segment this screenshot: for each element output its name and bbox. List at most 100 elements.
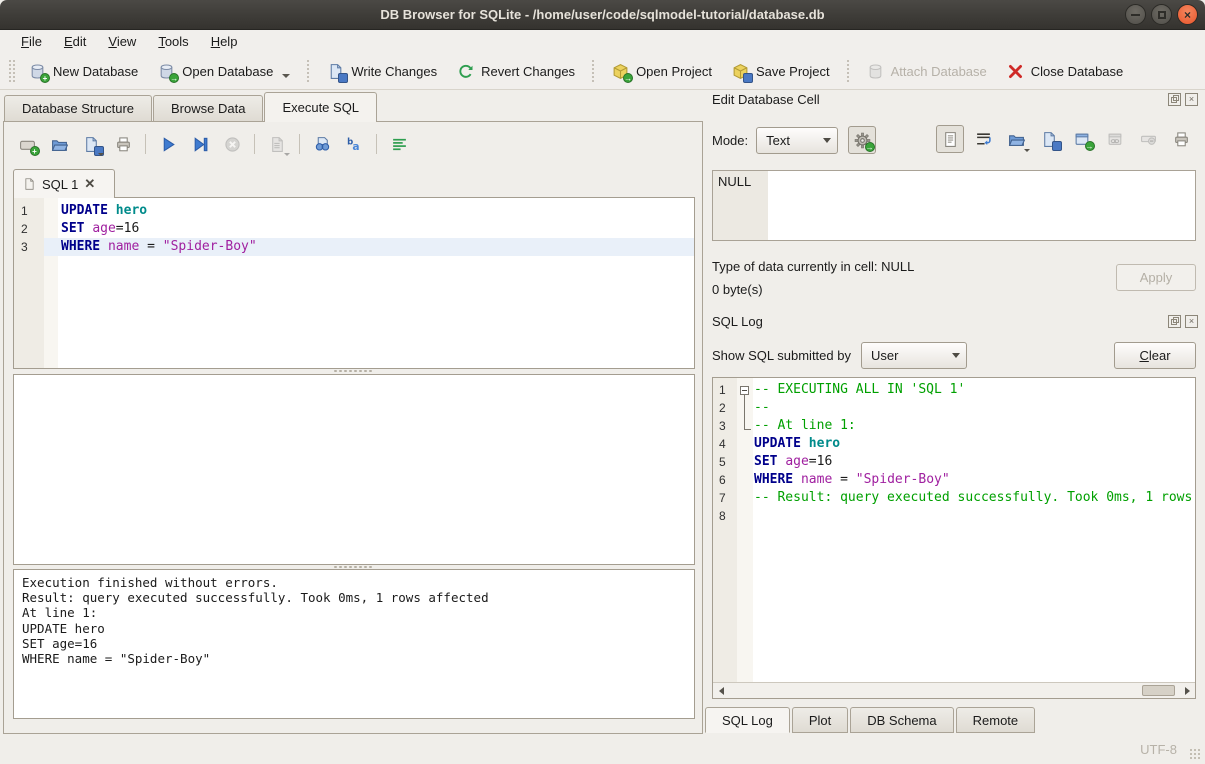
code-line[interactable]: 4UPDATE hero	[713, 435, 1195, 453]
sql-1-tab[interactable]: SQL 1 ✕	[13, 169, 115, 198]
resize-grip[interactable]	[1189, 748, 1201, 760]
save-results-icon	[269, 136, 286, 153]
window-titlebar[interactable]: DB Browser for SQLite - /home/user/code/…	[0, 0, 1205, 30]
maximize-button[interactable]	[1151, 4, 1172, 25]
code-line[interactable]: 1UPDATE hero	[14, 202, 694, 220]
code-line[interactable]: 3WHERE name = "Spider-Boy"	[14, 238, 694, 256]
editor-splitter[interactable]	[333, 369, 373, 373]
revert-changes-button[interactable]: Revert Changes	[447, 58, 585, 85]
dock-tab-db-schema[interactable]: DB Schema	[850, 707, 953, 733]
line-number: 4	[713, 435, 737, 453]
menu-bar: File Edit View Tools Help	[0, 30, 1205, 53]
save-project-button[interactable]: Save Project	[722, 58, 840, 85]
code-line[interactable]: 3-- At line 1:	[713, 417, 1195, 435]
execute-line-button[interactable]	[187, 131, 213, 157]
open-external-button[interactable]: →	[1068, 125, 1096, 153]
dock-tab-bar: SQL Log Plot DB Schema Remote	[705, 707, 1037, 733]
fold-guide-line	[744, 395, 751, 430]
horizontal-scrollbar[interactable]	[713, 682, 1195, 698]
close-sql-tab-icon[interactable]: ✕	[84, 176, 95, 192]
close-dock-icon[interactable]: ×	[1185, 93, 1198, 106]
fold-collapse-icon[interactable]	[740, 386, 749, 395]
line-number: 7	[713, 489, 737, 507]
text-mode-button[interactable]	[936, 125, 964, 153]
sql-document-icon	[23, 177, 36, 191]
scrollbar-thumb[interactable]	[1142, 685, 1175, 696]
print-cell-button[interactable]	[1167, 125, 1195, 153]
code-line[interactable]: 7-- Result: query executed successfully.…	[713, 489, 1195, 507]
float-dock-icon[interactable]	[1168, 315, 1181, 328]
close-button[interactable]: ×	[1177, 4, 1198, 25]
word-wrap-button[interactable]	[969, 125, 997, 153]
cell-value-editor[interactable]: NULL	[712, 170, 1196, 241]
tab-database-structure[interactable]: Database Structure	[4, 95, 152, 121]
print-button[interactable]	[110, 131, 136, 157]
dock-tab-plot[interactable]: Plot	[792, 707, 848, 733]
close-dock-icon[interactable]: ×	[1185, 315, 1198, 328]
find-replace-button[interactable]	[309, 131, 335, 157]
minimize-button[interactable]	[1125, 4, 1146, 25]
execute-all-button[interactable]	[155, 131, 181, 157]
sql-tab-label: SQL 1	[42, 177, 78, 192]
open-tab-button[interactable]: +	[14, 131, 40, 157]
new-database-button[interactable]: + New Database	[19, 58, 148, 85]
open-project-button[interactable]: → Open Project	[602, 58, 722, 85]
toolbar-drag-handle[interactable]	[8, 59, 15, 83]
save-sql-file-button[interactable]	[78, 131, 104, 157]
line-number: 3	[14, 238, 44, 256]
scroll-right-icon[interactable]	[1179, 683, 1195, 698]
save-project-icon	[732, 63, 749, 80]
import-file-icon	[1008, 131, 1025, 148]
import-file-button[interactable]	[1002, 125, 1030, 153]
sql-editor[interactable]: 1UPDATE hero2SET age=163WHERE name = "Sp…	[13, 197, 695, 369]
open-sql-file-button[interactable]	[46, 131, 72, 157]
code-line[interactable]: 2SET age=16	[14, 220, 694, 238]
mode-label: Mode:	[712, 133, 748, 148]
dock-tab-sql-log[interactable]: SQL Log	[705, 707, 790, 733]
code-line[interactable]: 6WHERE name = "Spider-Boy"	[713, 471, 1195, 489]
cell-mode-row: Mode: Text →	[712, 126, 876, 154]
code-line[interactable]: 2--	[713, 399, 1195, 417]
open-database-dropdown[interactable]	[282, 74, 290, 78]
menu-tools[interactable]: Tools	[147, 32, 199, 51]
settings-button[interactable]: →	[848, 126, 876, 154]
line-number: 1	[14, 202, 44, 220]
mode-select[interactable]: Text	[756, 127, 838, 154]
scroll-left-icon[interactable]	[713, 683, 729, 698]
link-icon	[1107, 131, 1124, 148]
menu-edit[interactable]: Edit	[53, 32, 97, 51]
execution-log[interactable]: Execution finished without errors. Resul…	[13, 569, 695, 719]
sql-log-view[interactable]: 1-- EXECUTING ALL IN 'SQL 1'2--3-- At li…	[712, 377, 1196, 699]
sql-log-title: SQL Log	[712, 314, 763, 329]
execute-line-icon	[192, 136, 209, 153]
line-number: 6	[713, 471, 737, 489]
code-line[interactable]: 5SET age=16	[713, 453, 1195, 471]
menu-file[interactable]: File	[10, 32, 53, 51]
menu-view[interactable]: View	[97, 32, 147, 51]
clear-button[interactable]: Clear	[1114, 342, 1196, 369]
menu-help[interactable]: Help	[200, 32, 249, 51]
dock-tab-remote[interactable]: Remote	[956, 707, 1036, 733]
line-number: 2	[713, 399, 737, 417]
attach-database-icon	[867, 63, 884, 80]
export-file-button[interactable]	[1035, 125, 1063, 153]
open-external-icon: →	[1074, 131, 1091, 148]
link-button	[1101, 125, 1129, 153]
submitted-by-select[interactable]: User	[861, 342, 967, 369]
tab-browse-data[interactable]: Browse Data	[153, 95, 263, 121]
close-database-button[interactable]: Close Database	[997, 58, 1134, 85]
cell-type-info: Type of data currently in cell: NULL	[712, 259, 914, 274]
write-changes-button[interactable]: Write Changes	[317, 58, 447, 85]
results-pane[interactable]	[13, 374, 695, 565]
open-database-button[interactable]: → Open Database	[148, 58, 300, 85]
execute-all-icon	[160, 136, 177, 153]
tab-execute-sql[interactable]: Execute SQL	[264, 92, 377, 122]
word-wrap-button[interactable]	[386, 131, 412, 157]
code-line[interactable]: 8	[713, 507, 1195, 525]
code-line[interactable]: 1-- EXECUTING ALL IN 'SQL 1'	[713, 381, 1195, 399]
sql-editor-toolbar: +	[14, 131, 412, 157]
float-dock-icon[interactable]	[1168, 93, 1181, 106]
word-wrap-icon	[391, 136, 408, 153]
auto-complete-button[interactable]: ba	[341, 131, 367, 157]
write-changes-icon	[327, 63, 344, 80]
